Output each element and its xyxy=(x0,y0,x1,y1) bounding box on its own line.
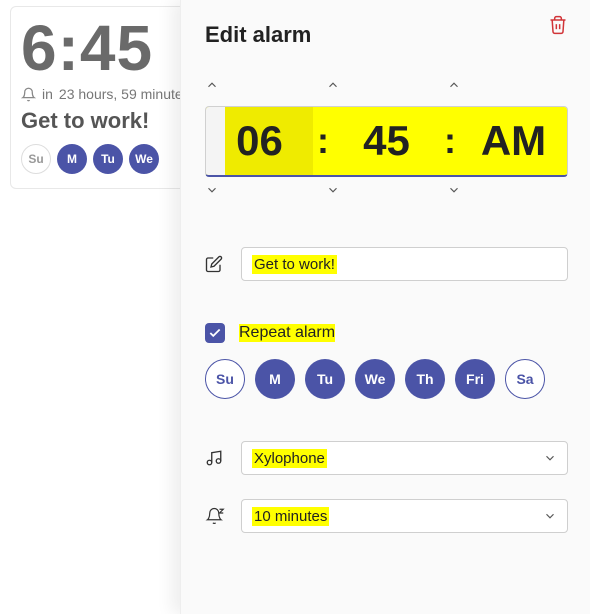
sound-value: Xylophone xyxy=(252,449,327,468)
ampm-down-button[interactable] xyxy=(447,183,568,205)
alarm-card-day: Tu xyxy=(93,144,123,174)
minute-down-button[interactable] xyxy=(326,183,447,205)
day-toggle-th[interactable]: Th xyxy=(405,359,445,399)
panel-title: Edit alarm xyxy=(205,22,568,48)
alarm-name-input[interactable]: Get to work! xyxy=(241,247,568,281)
alarm-card-countdown-in: in xyxy=(42,86,53,102)
hour-field[interactable]: 06 xyxy=(206,107,313,175)
bell-icon xyxy=(21,87,36,102)
day-toggle-fri[interactable]: Fri xyxy=(455,359,495,399)
hour-down-button[interactable] xyxy=(205,183,326,205)
alarm-card-day: We xyxy=(129,144,159,174)
alarm-card-day: Su xyxy=(21,144,51,174)
ampm-up-button[interactable] xyxy=(447,78,568,100)
sound-select[interactable]: Xylophone xyxy=(241,441,568,475)
edit-icon xyxy=(205,255,227,273)
hour-up-button[interactable] xyxy=(205,78,326,100)
day-toggle-we[interactable]: We xyxy=(355,359,395,399)
music-icon xyxy=(205,449,227,467)
alarm-name-value: Get to work! xyxy=(252,255,337,274)
ampm-field[interactable]: AM xyxy=(460,107,567,175)
minute-field[interactable]: 45 xyxy=(333,107,440,175)
repeat-checkbox[interactable] xyxy=(205,323,225,343)
minute-up-button[interactable] xyxy=(326,78,447,100)
time-picker: 06 : 45 : AM xyxy=(205,78,568,205)
day-toggle-sa[interactable]: Sa xyxy=(505,359,545,399)
alarm-card-day: M xyxy=(57,144,87,174)
delete-alarm-button[interactable] xyxy=(548,14,568,36)
edit-alarm-panel: Edit alarm 06 : 45 : AM Get to work! xyxy=(180,0,590,614)
day-toggle-tu[interactable]: Tu xyxy=(305,359,345,399)
chevron-down-icon xyxy=(543,509,557,523)
repeat-label: Repeat alarm xyxy=(239,324,335,342)
time-picker-box[interactable]: 06 : 45 : AM xyxy=(205,106,568,177)
day-toggle-su[interactable]: Su xyxy=(205,359,245,399)
time-separator: : xyxy=(440,107,460,175)
time-separator: : xyxy=(313,107,333,175)
day-toggle-m[interactable]: M xyxy=(255,359,295,399)
snooze-icon xyxy=(205,507,227,525)
snooze-select[interactable]: 10 minutes xyxy=(241,499,568,533)
snooze-value: 10 minutes xyxy=(252,507,329,526)
day-selector: SuMTuWeThFriSa xyxy=(205,359,568,399)
alarm-card-countdown: 23 hours, 59 minutes xyxy=(59,86,190,102)
chevron-down-icon xyxy=(543,451,557,465)
